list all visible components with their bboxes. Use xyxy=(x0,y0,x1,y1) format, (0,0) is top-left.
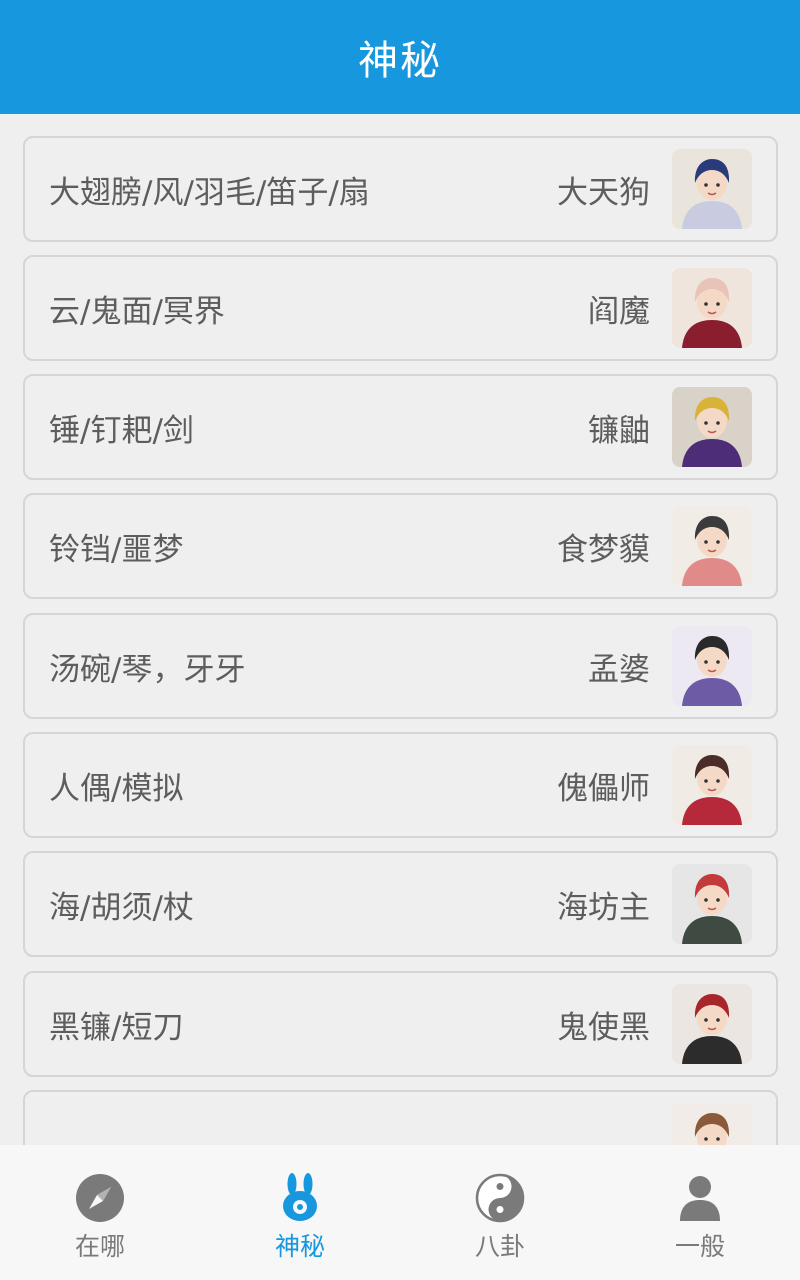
tab-label: 在哪 xyxy=(74,1232,125,1261)
tab-mystery[interactable]: 神秘 xyxy=(200,1145,400,1280)
item-name: 孟婆 xyxy=(588,651,650,688)
yin-yang-icon xyxy=(475,1173,525,1223)
list-item[interactable]: 黑镰/短刀 鬼使黑 xyxy=(23,971,778,1077)
item-clues: 汤碗/琴，牙牙 xyxy=(49,651,246,688)
compass-icon xyxy=(76,1174,124,1222)
list-item[interactable]: 海/胡须/杖 海坊主 xyxy=(23,851,778,957)
character-avatar xyxy=(672,626,752,706)
tab-label: 一般 xyxy=(674,1232,725,1261)
character-avatar xyxy=(672,745,752,825)
page-title: 神秘 xyxy=(358,38,442,84)
item-name: 阎魔 xyxy=(588,293,650,330)
person-icon xyxy=(680,1176,720,1221)
bottom-tab-bar: 在哪 神秘 八卦 一般 xyxy=(0,1145,800,1280)
tab-label: 八卦 xyxy=(474,1232,525,1261)
tab-general[interactable]: 一般 xyxy=(600,1145,800,1280)
item-clues: 锤/钉耙/剑 xyxy=(49,412,194,449)
list-item[interactable]: 铃铛/噩梦 食梦貘 xyxy=(23,493,778,599)
character-avatar xyxy=(672,387,752,467)
character-avatar xyxy=(672,1103,752,1145)
item-name: 海坊主 xyxy=(557,889,650,926)
character-avatar xyxy=(672,864,752,944)
clue-list[interactable]: 大翅膀/风/羽毛/笛子/扇 大天狗 云/鬼面/冥界 阎魔 锤/钉耙/剑 镰鼬 铃… xyxy=(0,114,800,1145)
list-item[interactable]: 人偶/模拟 傀儡师 xyxy=(23,732,778,838)
item-clues: 云/鬼面/冥界 xyxy=(49,293,225,330)
list-item[interactable]: 云/鬼面/冥界 阎魔 xyxy=(23,255,778,361)
item-clues: 铃铛/噩梦 xyxy=(49,531,184,568)
item-clues: 海/胡须/杖 xyxy=(49,889,194,926)
item-clues: 大翅膀/风/羽毛/笛子/扇 xyxy=(49,174,370,211)
item-name: 食梦貘 xyxy=(557,531,650,568)
rabbit-icon xyxy=(283,1173,317,1221)
character-avatar xyxy=(672,984,752,1064)
tab-label: 神秘 xyxy=(274,1232,325,1261)
list-item[interactable] xyxy=(23,1090,778,1145)
item-clues: 黑镰/短刀 xyxy=(49,1009,184,1046)
character-avatar xyxy=(672,149,752,229)
character-avatar xyxy=(672,506,752,586)
character-avatar xyxy=(672,268,752,348)
app-header: 神秘 xyxy=(0,0,800,114)
list-item[interactable]: 汤碗/琴，牙牙 孟婆 xyxy=(23,613,778,719)
item-name: 鬼使黑 xyxy=(557,1009,650,1046)
item-name: 大天狗 xyxy=(557,174,650,211)
list-item[interactable]: 锤/钉耙/剑 镰鼬 xyxy=(23,374,778,480)
item-clues: 人偶/模拟 xyxy=(49,770,184,807)
list-item[interactable]: 大翅膀/风/羽毛/笛子/扇 大天狗 xyxy=(23,136,778,242)
tab-gossip[interactable]: 八卦 xyxy=(400,1145,600,1280)
item-name: 镰鼬 xyxy=(588,412,650,449)
item-name: 傀儡师 xyxy=(557,770,650,807)
tab-where[interactable]: 在哪 xyxy=(0,1145,200,1280)
